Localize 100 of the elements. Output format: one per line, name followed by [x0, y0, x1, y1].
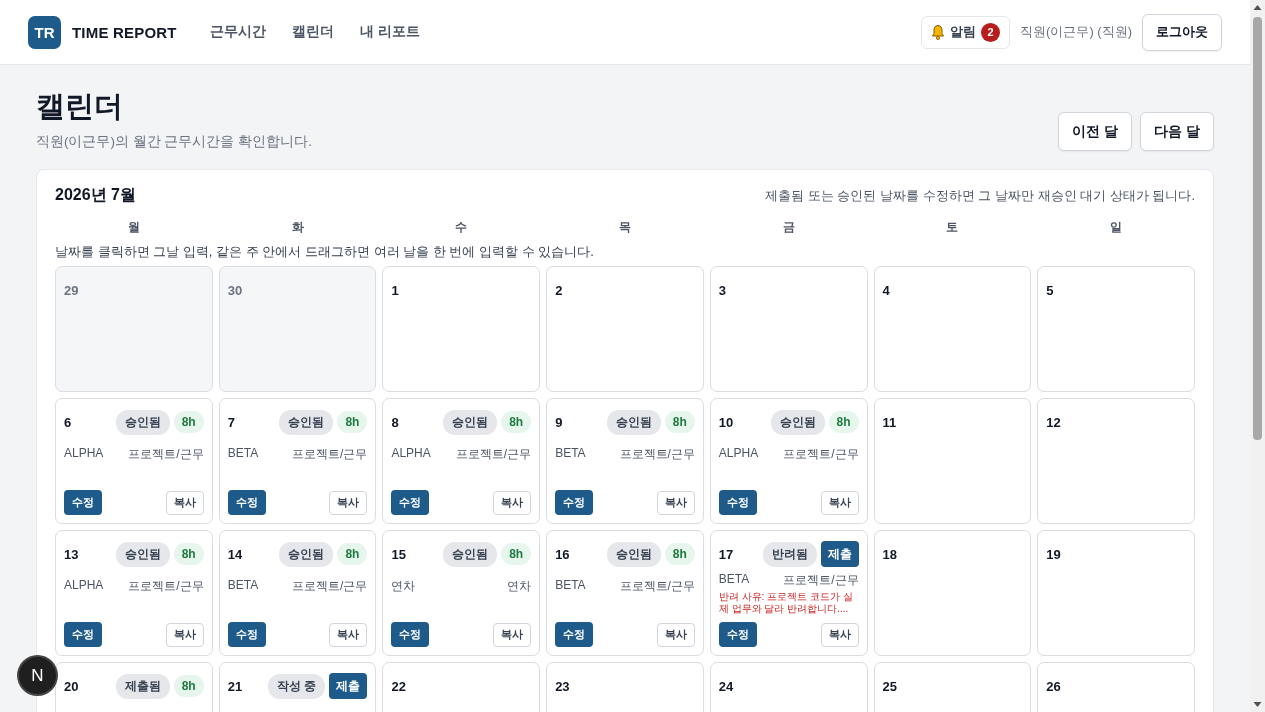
next-month-button[interactable]: 다음 달 — [1140, 112, 1214, 151]
day-cell[interactable]: 17 반려됨 제출 BETA 프로젝트/근무 반려 사유: 프로젝트 코드가 실제 업무와 달라 반려합니다.... 수정 복사 — [709, 530, 868, 656]
day-number: 1 — [391, 282, 399, 298]
reject-reason: 반려 사유: 프로젝트 코드가 실제 업무와 달라 반려합니다.... — [718, 591, 854, 614]
weekday-label: 일 — [1109, 219, 1124, 236]
day-cell[interactable]: 3 — [709, 266, 868, 392]
day-cell[interactable]: 20 제출됨 8h — [55, 662, 213, 712]
copy-button[interactable]: 복사 — [329, 622, 368, 647]
project-name: BETA — [227, 578, 259, 594]
copy-button[interactable]: 복사 — [165, 490, 204, 515]
day-cell[interactable]: 25 — [873, 662, 1032, 712]
nav-link[interactable]: 내 리포트 — [359, 23, 420, 41]
weekday-label: 금 — [781, 219, 796, 236]
day-cell[interactable]: 21 작성 중 제출 — [218, 662, 377, 712]
work-category: 프로젝트/근무 — [783, 572, 859, 589]
copy-button[interactable]: 복사 — [493, 490, 532, 515]
dev-tools-button[interactable]: N — [19, 657, 56, 694]
day-number: 16 — [555, 546, 570, 562]
edit-button[interactable]: 수정 — [391, 622, 430, 647]
day-number: 20 — [64, 678, 79, 694]
day-cell[interactable]: 15 승인됨 8h 연차 연차 수정 복사 — [382, 530, 541, 656]
day-number: 25 — [882, 678, 898, 694]
edit-button[interactable]: 수정 — [64, 490, 102, 515]
project-name: BETA — [555, 578, 586, 594]
edit-button[interactable]: 수정 — [227, 622, 266, 647]
previous-month-button[interactable]: 이전 달 — [1058, 112, 1133, 151]
day-number: 12 — [1046, 414, 1061, 430]
edit-button[interactable]: 수정 — [555, 622, 594, 647]
day-cell[interactable]: 30 — [218, 266, 377, 392]
day-cell[interactable]: 12 — [1037, 398, 1195, 524]
day-number: 13 — [64, 546, 79, 562]
day-cell[interactable]: 16 승인됨 8h BETA 프로젝트/근무 수정 복사 — [546, 530, 704, 656]
day-cell[interactable]: 13 승인됨 8h ALPHA 프로젝트/근무 수정 복사 — [55, 530, 213, 656]
day-cell[interactable]: 7 승인됨 8h BETA 프로젝트/근무 수정 복사 — [218, 398, 377, 524]
copy-button[interactable]: 복사 — [329, 490, 368, 515]
day-number: 30 — [227, 282, 243, 298]
logo: TR — [28, 15, 61, 49]
status-badge: 반려됨 — [762, 541, 817, 567]
project-name: ALPHA — [64, 446, 104, 462]
day-cell[interactable]: 2 — [546, 266, 704, 392]
day-cell[interactable]: 10 승인됨 8h ALPHA 프로젝트/근무 수정 복사 — [709, 398, 868, 524]
edit-button[interactable]: 수정 — [555, 490, 594, 515]
day-cell[interactable]: 1 — [382, 266, 541, 392]
day-number: 15 — [391, 546, 406, 562]
edit-button[interactable]: 수정 — [718, 490, 757, 515]
day-number: 6 — [64, 414, 72, 430]
day-cell[interactable]: 18 — [873, 530, 1032, 656]
work-category: 프로젝트/근무 — [128, 446, 204, 463]
edit-button[interactable]: 수정 — [227, 490, 266, 515]
work-category: 프로젝트/근무 — [783, 446, 859, 463]
edit-button[interactable]: 수정 — [718, 622, 757, 647]
status-badge: 승인됨 — [279, 541, 334, 567]
day-cell[interactable]: 19 — [1037, 530, 1195, 656]
day-number: 9 — [555, 414, 563, 430]
submit-button[interactable]: 제출 — [820, 541, 859, 567]
copy-button[interactable]: 복사 — [656, 490, 695, 515]
edit-button[interactable]: 수정 — [64, 622, 102, 647]
status-badge: 승인됨 — [443, 541, 498, 567]
copy-button[interactable]: 복사 — [656, 622, 695, 647]
nav-link[interactable]: 캘린더 — [291, 23, 334, 41]
edit-button[interactable]: 수정 — [391, 490, 430, 515]
scrollbar[interactable] — [1250, 0, 1265, 712]
day-cell[interactable]: 5 — [1037, 266, 1195, 392]
day-cell[interactable]: 4 — [873, 266, 1032, 392]
day-number: 17 — [718, 546, 734, 562]
work-category: 프로젝트/근무 — [292, 578, 368, 595]
day-cell[interactable]: 24 — [709, 662, 868, 712]
copy-button[interactable]: 복사 — [820, 490, 859, 515]
day-cell[interactable]: 22 — [382, 662, 541, 712]
notification-button[interactable]: 알림 2 — [921, 15, 1011, 49]
app-name: TIME REPORT — [72, 23, 177, 41]
day-number: 4 — [882, 282, 890, 298]
day-cell[interactable]: 6 승인됨 8h ALPHA 프로젝트/근무 수정 복사 — [55, 398, 213, 524]
day-cell[interactable]: 14 승인됨 8h BETA 프로젝트/근무 수정 복사 — [218, 530, 377, 656]
day-number: 11 — [882, 414, 897, 430]
project-name: ALPHA — [64, 578, 104, 594]
nav-link[interactable]: 근무시간 — [209, 23, 266, 41]
copy-button[interactable]: 복사 — [493, 622, 532, 647]
status-badge: 승인됨 — [115, 541, 170, 567]
logout-button[interactable]: 로그아웃 — [1142, 13, 1222, 51]
day-cell[interactable]: 8 승인됨 8h ALPHA 프로젝트/근무 수정 복사 — [382, 398, 541, 524]
day-number: 5 — [1046, 282, 1054, 298]
hours-badge: 8h — [828, 411, 859, 433]
status-badge: 승인됨 — [115, 409, 170, 435]
day-cell[interactable]: 29 — [55, 266, 213, 392]
weekday-label: 토 — [945, 219, 960, 236]
project-name: 연차 — [391, 578, 416, 595]
day-cell[interactable]: 9 승인됨 8h BETA 프로젝트/근무 수정 복사 — [546, 398, 704, 524]
day-cell[interactable]: 11 — [873, 398, 1032, 524]
day-number: 18 — [882, 546, 898, 562]
user-name: 직원(이근무) (직원) — [1020, 23, 1132, 41]
weekday-label: 월 — [126, 219, 141, 236]
submit-button[interactable]: 제출 — [329, 673, 368, 699]
copy-button[interactable]: 복사 — [165, 622, 204, 647]
copy-button[interactable]: 복사 — [820, 622, 859, 647]
hours-badge: 8h — [501, 543, 532, 565]
day-cell[interactable]: 23 — [546, 662, 704, 712]
hours-badge: 8h — [173, 411, 204, 433]
day-number: 26 — [1046, 678, 1061, 694]
day-cell[interactable]: 26 — [1037, 662, 1195, 712]
